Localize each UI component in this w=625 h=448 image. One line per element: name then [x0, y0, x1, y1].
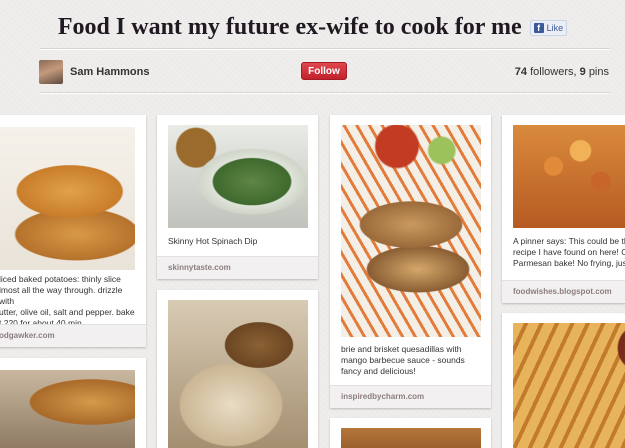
pin-footer: foodwishes.blogspot.com — [502, 280, 625, 303]
pin-card[interactable]: Skinny Hot Spinach Dip skinnytaste.com — [157, 115, 318, 279]
board-header: Food I want my future ex-wife to cook fo… — [0, 14, 625, 41]
pin-source[interactable]: inspiredbycharm.com — [341, 392, 424, 401]
pins-label[interactable]: pins — [589, 66, 609, 78]
pin-card[interactable] — [330, 418, 491, 448]
facebook-like-button[interactable]: f Like — [529, 19, 568, 36]
avatar[interactable] — [39, 60, 63, 84]
pin-card[interactable]: brie and brisket quesadillas with mango … — [330, 115, 491, 408]
pins-count: 9 — [579, 66, 586, 78]
pin-description: liced baked potatoes: thinly slice lmost… — [0, 274, 135, 328]
board-title: Food I want my future ex-wife to cook fo… — [57, 14, 522, 40]
pin-card[interactable] — [502, 313, 625, 448]
pin-image[interactable] — [0, 127, 135, 270]
pin-image[interactable] — [168, 300, 308, 448]
pin-image[interactable] — [341, 428, 481, 448]
pin-card[interactable]: A pinner says: This could be th recipe I… — [502, 115, 625, 303]
pin-source[interactable]: skinnytaste.com — [168, 263, 231, 272]
pin-image[interactable] — [341, 125, 481, 337]
facebook-icon: f — [533, 22, 544, 33]
pin-footer: inspiredbycharm.com — [330, 385, 491, 408]
pin-description: brie and brisket quesadillas with mango … — [341, 344, 465, 376]
divider — [40, 48, 610, 49]
pin-source[interactable]: foodwishes.blogspot.com — [513, 287, 612, 296]
pin-source[interactable]: odgawker.com — [0, 331, 55, 340]
pin-card[interactable]: liced baked potatoes: thinly slice lmost… — [0, 115, 146, 347]
follow-button[interactable]: Follow — [301, 62, 347, 80]
owner-name[interactable]: Sam Hammons — [70, 66, 149, 78]
divider — [40, 92, 610, 93]
pin-image[interactable] — [513, 323, 625, 448]
followers-count: 74 — [514, 66, 528, 78]
pin-image[interactable] — [513, 125, 625, 228]
board-stats: 74 followers, 9 pins — [515, 66, 609, 78]
pin-card[interactable] — [0, 358, 146, 448]
pin-footer: odgawker.com — [0, 324, 146, 347]
pin-description: A pinner says: This could be th recipe I… — [513, 236, 625, 268]
pin-footer: skinnytaste.com — [157, 256, 318, 279]
pin-description: Skinny Hot Spinach Dip — [168, 236, 258, 246]
pin-image[interactable] — [168, 125, 308, 228]
followers-label[interactable]: followers, — [530, 66, 576, 78]
pin-card[interactable] — [157, 290, 318, 448]
like-label: Like — [546, 22, 564, 33]
pin-image[interactable] — [0, 370, 135, 448]
